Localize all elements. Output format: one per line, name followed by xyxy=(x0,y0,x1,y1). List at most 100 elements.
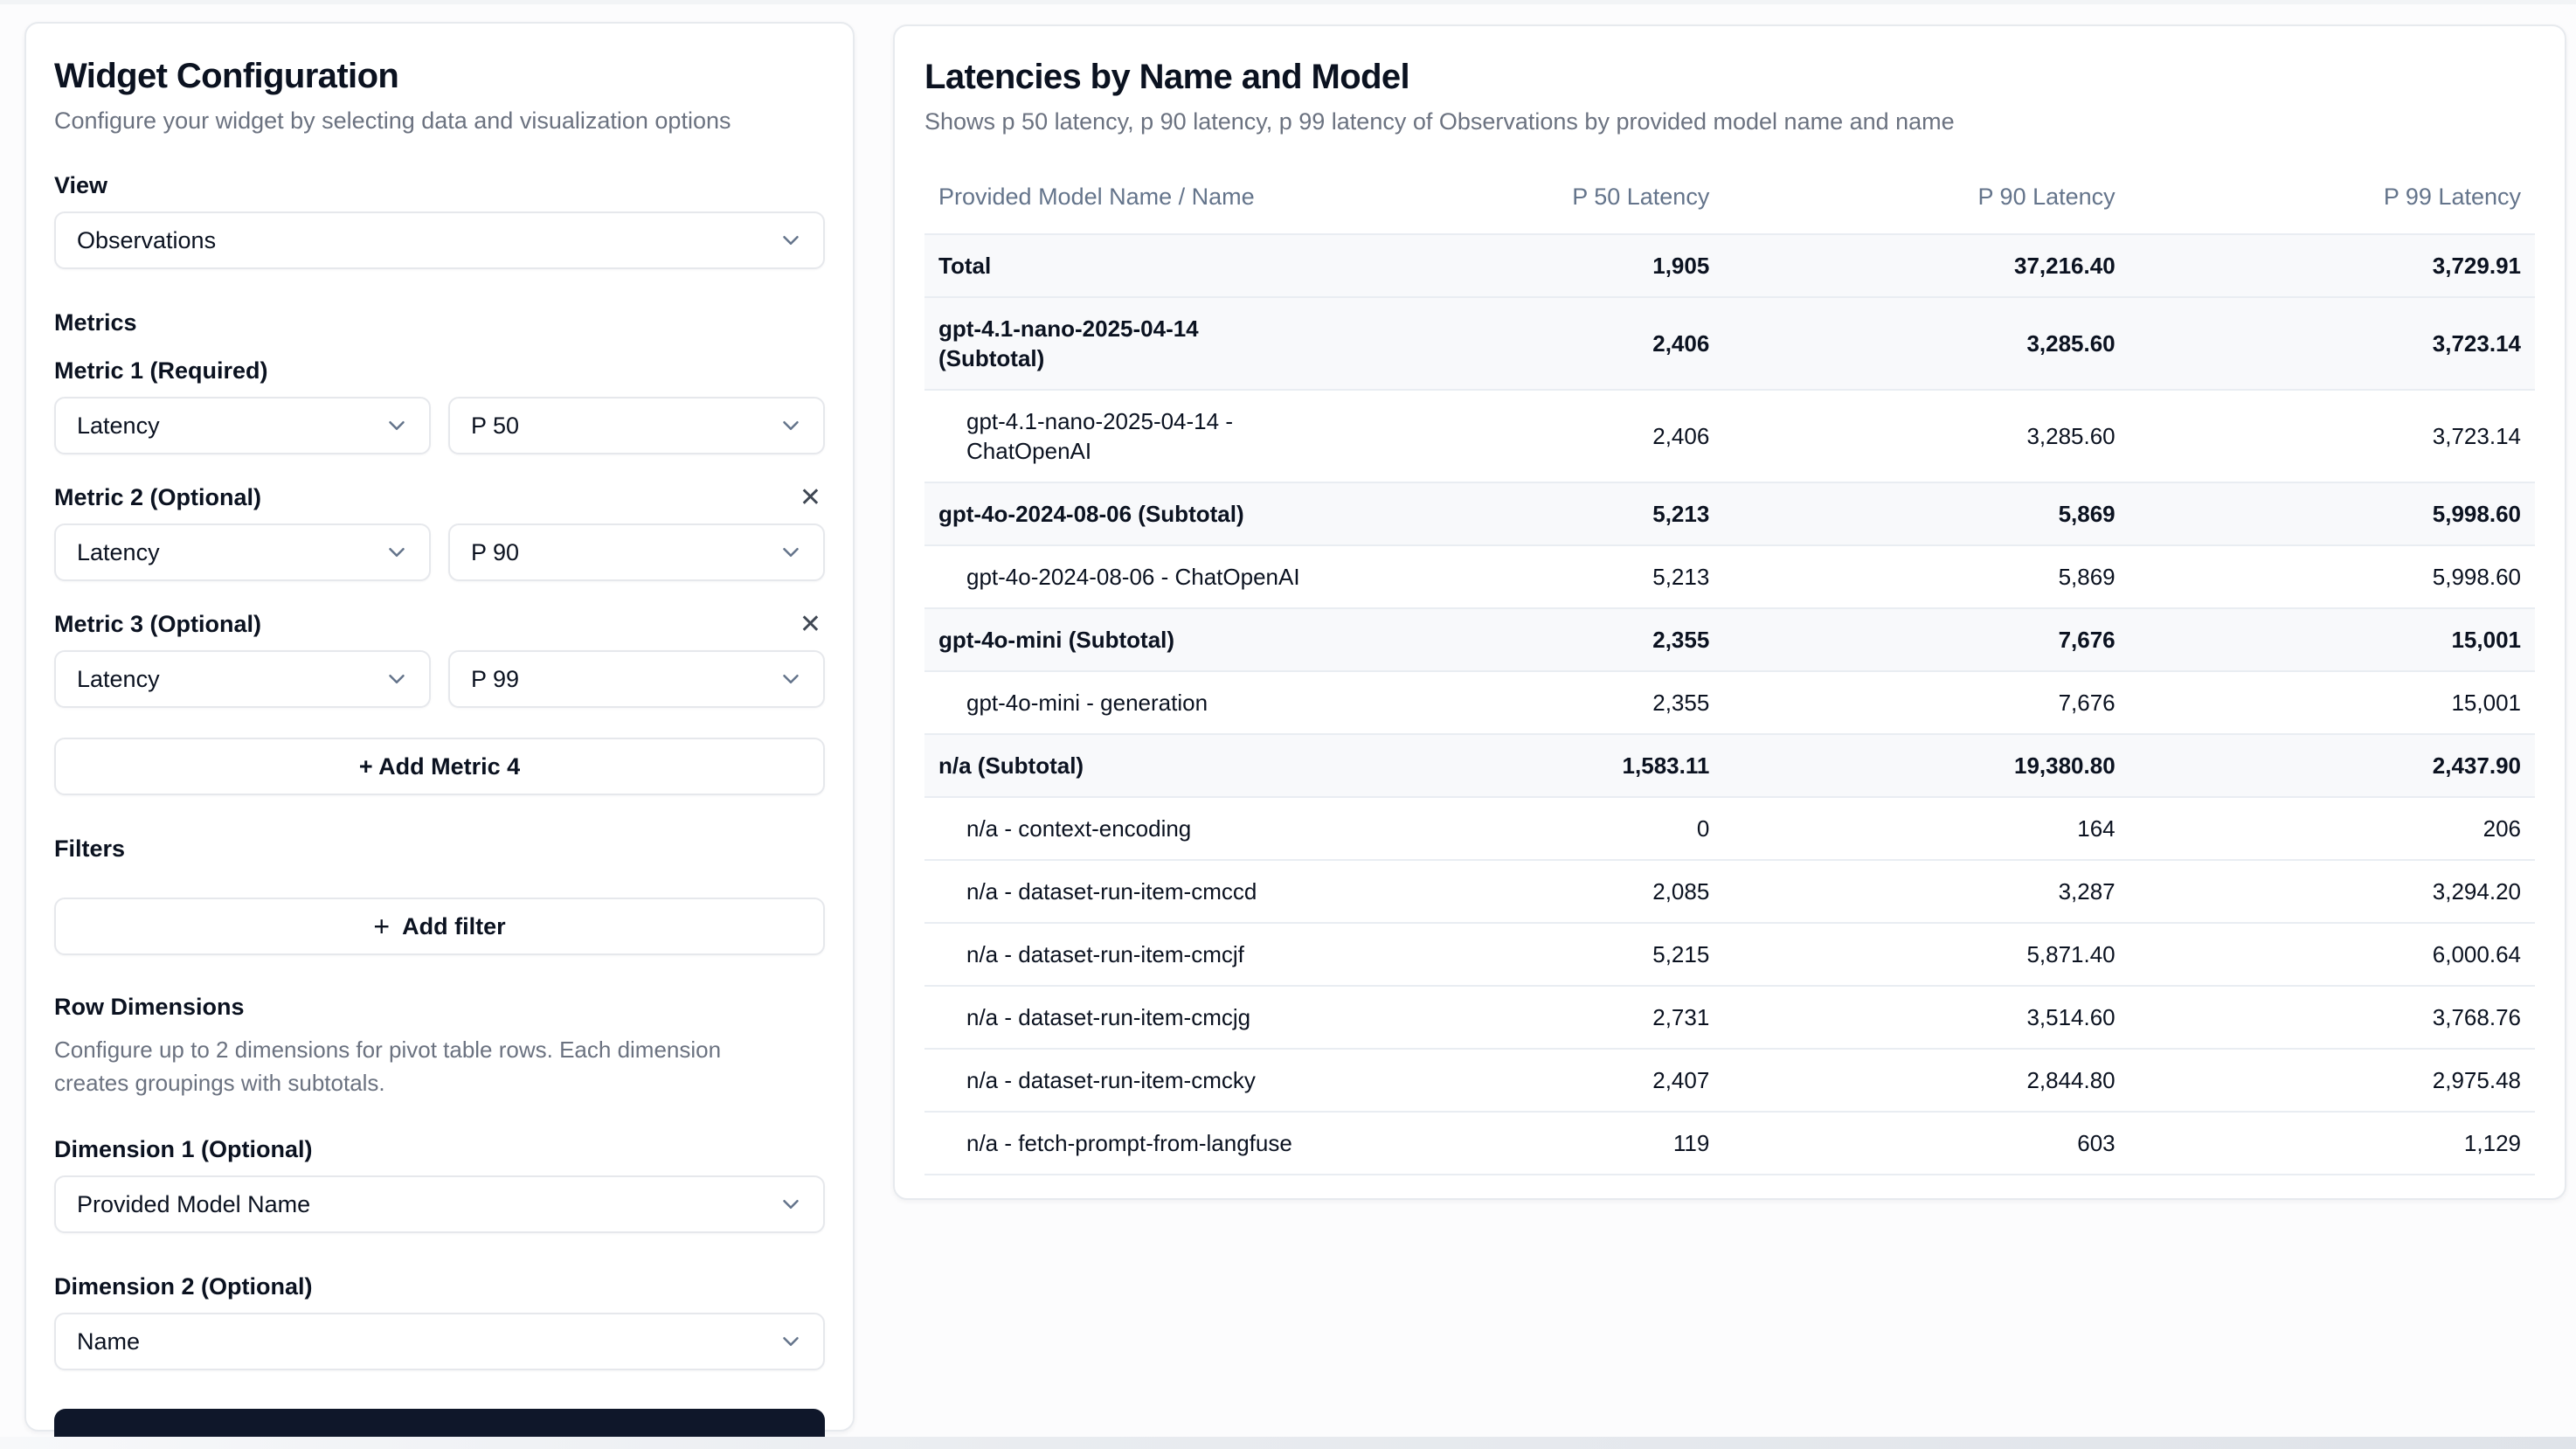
row-p99-cell: 5,998.60 xyxy=(2129,546,2535,607)
metric-2-label: Metric 2 (Optional) xyxy=(54,484,261,511)
row-p90-cell: 37,216.40 xyxy=(1723,235,2129,296)
plus-icon: + xyxy=(373,912,390,940)
row-p90-cell: 7,676 xyxy=(1723,672,2129,733)
table-row: n/a - dataset-run-item-cmcjf 5,215 5,871… xyxy=(924,922,2535,985)
row-p50-cell: 119 xyxy=(1318,1113,1723,1174)
table-row: gpt-4o-mini - generation 2,355 7,676 15,… xyxy=(924,670,2535,733)
metric-1-measure-value: Latency xyxy=(77,413,160,440)
table-row: n/a (Subtotal) 1,583.11 19,380.80 2,437.… xyxy=(924,733,2535,796)
row-name-cell: gpt-4o-mini (Subtotal) xyxy=(924,609,1318,670)
column-header-p90: P 90 Latency xyxy=(1723,149,2129,233)
row-p90-cell: 5,869 xyxy=(1723,546,2129,607)
row-p90-cell: 603 xyxy=(1723,1113,2129,1174)
row-name-cell: n/a - dataset-run-item-cmcky xyxy=(924,1050,1318,1111)
row-name-cell: n/a - dataset-run-item-cmccd xyxy=(924,861,1318,922)
table-row: gpt-4o-2024-08-06 - ChatOpenAI 5,213 5,8… xyxy=(924,544,2535,607)
add-filter-button[interactable]: + Add filter xyxy=(54,898,825,955)
row-p50-cell: 2,731 xyxy=(1318,987,1723,1048)
table-row: Total 1,905 37,216.40 3,729.91 xyxy=(924,233,2535,296)
table-row: gpt-4.1-nano-2025-04-14 (Subtotal) 2,406… xyxy=(924,296,2535,389)
metric-1-aggregation-select[interactable]: P 50 xyxy=(448,397,825,454)
remove-metric-3-button[interactable]: ✕ xyxy=(796,612,825,638)
metrics-section-label: Metrics xyxy=(54,309,825,336)
row-name-cell: gpt-4.1-nano-2025-04-14 (Subtotal) xyxy=(924,298,1318,389)
dimension-1-value: Provided Model Name xyxy=(77,1191,310,1218)
metric-2-aggregation-select[interactable]: P 90 xyxy=(448,523,825,581)
chevron-down-icon xyxy=(778,666,804,692)
metric-3-aggregation-select[interactable]: P 99 xyxy=(448,650,825,708)
remove-metric-2-button[interactable]: ✕ xyxy=(796,485,825,511)
view-select[interactable]: Observations xyxy=(54,211,825,269)
metric-1-measure-select[interactable]: Latency xyxy=(54,397,431,454)
row-p50-cell: 2,406 xyxy=(1318,313,1723,374)
row-name-cell: n/a (Subtotal) xyxy=(924,735,1318,796)
row-dimensions-description: Configure up to 2 dimensions for pivot t… xyxy=(54,1033,788,1099)
chevron-down-icon xyxy=(384,666,410,692)
row-p50-cell: 2,355 xyxy=(1318,609,1723,670)
metric-3-label: Metric 3 (Optional) xyxy=(54,611,261,638)
table-row: n/a - dataset-run-item-cmccd 2,085 3,287… xyxy=(924,859,2535,922)
view-label: View xyxy=(54,172,107,199)
row-p99-cell: 6,000.64 xyxy=(2129,924,2535,985)
dimension-1-label: Dimension 1 (Optional) xyxy=(54,1136,825,1163)
metric-2-measure-value: Latency xyxy=(77,539,160,566)
row-p99-cell: 206 xyxy=(2129,798,2535,859)
row-p99-cell: 3,768.76 xyxy=(2129,987,2535,1048)
row-p50-cell: 1,583.11 xyxy=(1318,735,1723,796)
metric-3-measure-value: Latency xyxy=(77,666,160,693)
view-select-value: Observations xyxy=(77,227,216,254)
dimension-1-select[interactable]: Provided Model Name xyxy=(54,1175,825,1233)
preview-panel: Latencies by Name and Model Shows p 50 l… xyxy=(893,24,2566,1200)
chevron-down-icon xyxy=(778,1191,804,1217)
row-p50-cell: 2,407 xyxy=(1318,1050,1723,1111)
table-header-row: Provided Model Name / Name P 50 Latency … xyxy=(924,149,2535,233)
chevron-down-icon xyxy=(778,539,804,565)
row-p99-cell: 3,729.91 xyxy=(2129,235,2535,296)
table-row: gpt-4.1-nano-2025-04-14 - ChatOpenAI 2,4… xyxy=(924,389,2535,482)
metric-3-measure-select[interactable]: Latency xyxy=(54,650,431,708)
metric-2-measure-select[interactable]: Latency xyxy=(54,523,431,581)
add-metric-button[interactable]: + Add Metric 4 xyxy=(54,738,825,795)
chevron-down-icon xyxy=(384,539,410,565)
row-p50-cell: 2,085 xyxy=(1318,861,1723,922)
dimension-2-select[interactable]: Name xyxy=(54,1313,825,1370)
row-p99-cell: 2,437.90 xyxy=(2129,735,2535,796)
row-name-cell: gpt-4.1-nano-2025-04-14 - ChatOpenAI xyxy=(924,391,1318,482)
row-p90-cell: 2,844.80 xyxy=(1723,1050,2129,1111)
row-p99-cell: 3,723.14 xyxy=(2129,406,2535,467)
row-p90-cell: 3,514.60 xyxy=(1723,987,2129,1048)
chevron-down-icon xyxy=(778,227,804,253)
preview-subtitle: Shows p 50 latency, p 90 latency, p 99 l… xyxy=(924,107,2535,136)
row-p99-cell: 15,001 xyxy=(2129,672,2535,733)
row-name-cell: n/a - fetch-prompt-from-langfuse xyxy=(924,1113,1318,1174)
row-p99-cell: 3,723.14 xyxy=(2129,313,2535,374)
dimension-2-value: Name xyxy=(77,1328,140,1355)
table-row: n/a - fetch-prompt-from-langfuse 119 603… xyxy=(924,1111,2535,1174)
column-header-name: Provided Model Name / Name xyxy=(924,149,1318,233)
metric-2-aggregation-value: P 90 xyxy=(471,539,519,566)
metric-1-aggregation-value: P 50 xyxy=(471,413,519,440)
row-p90-cell: 3,285.60 xyxy=(1723,313,2129,374)
page-bottom-edge xyxy=(0,1437,2576,1449)
filters-section-label: Filters xyxy=(54,835,825,863)
table-row: n/a - dataset-run-item-cmcky 2,407 2,844… xyxy=(924,1048,2535,1111)
page-top-edge xyxy=(0,0,2576,4)
metric-1-label: Metric 1 (Required) xyxy=(54,357,268,385)
row-name-cell: n/a - context-encoding xyxy=(924,798,1318,859)
row-p50-cell: 2,406 xyxy=(1318,406,1723,467)
row-p90-cell: 3,285.60 xyxy=(1723,406,2129,467)
row-p90-cell: 3,287 xyxy=(1723,861,2129,922)
preview-title: Latencies by Name and Model xyxy=(924,56,2535,98)
row-p99-cell: 2,975.48 xyxy=(2129,1050,2535,1111)
row-p50-cell: 0 xyxy=(1318,798,1723,859)
metric-3-aggregation-value: P 99 xyxy=(471,666,519,693)
row-p99-cell: 3,294.20 xyxy=(2129,861,2535,922)
row-name-cell: gpt-4o-mini - generation xyxy=(924,672,1318,733)
row-p99-cell: 15,001 xyxy=(2129,609,2535,670)
dimension-2-label: Dimension 2 (Optional) xyxy=(54,1273,825,1300)
row-p50-cell: 1,905 xyxy=(1318,235,1723,296)
row-name-cell: Total xyxy=(924,235,1318,296)
pivot-table: Provided Model Name / Name P 50 Latency … xyxy=(924,149,2535,1175)
widget-config-panel: Widget Configuration Configure your widg… xyxy=(24,22,855,1432)
table-row: n/a - context-encoding 0 164 206 xyxy=(924,796,2535,859)
